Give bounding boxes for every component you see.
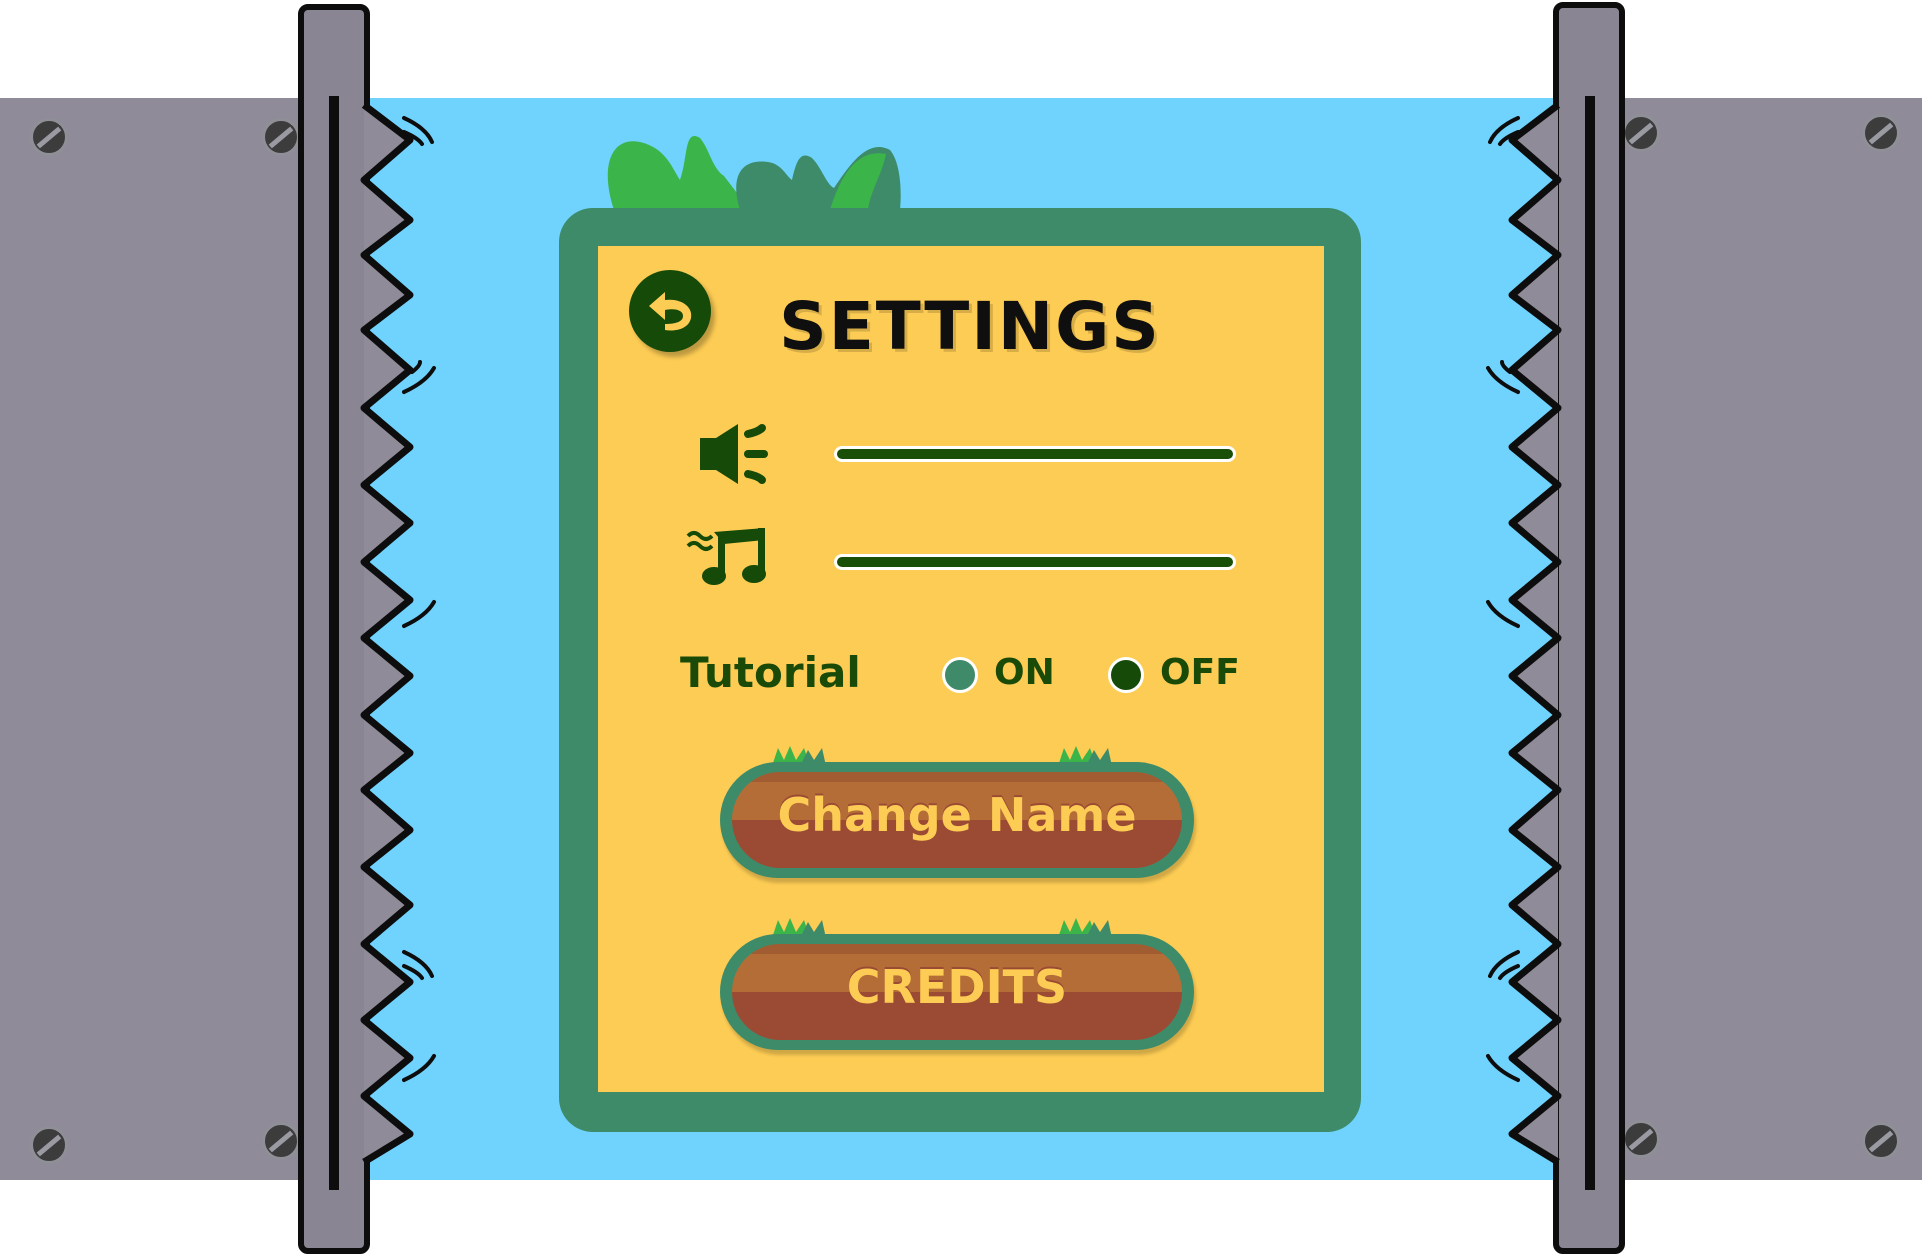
change-name-label: Change Name (777, 788, 1137, 842)
back-button[interactable] (629, 270, 711, 352)
change-name-button[interactable]: Change Name (720, 762, 1194, 878)
tutorial-label: Tutorial (680, 648, 861, 697)
credits-button[interactable]: CREDITS (720, 934, 1194, 1050)
screw-icon (30, 118, 68, 156)
tutorial-on-label[interactable]: ON (994, 652, 1055, 693)
screw-icon (1622, 1120, 1660, 1158)
left-wall-post (298, 4, 370, 1254)
screw-icon (262, 118, 300, 156)
tutorial-off-label[interactable]: OFF (1160, 652, 1240, 693)
page-title: SETTINGS (779, 288, 1161, 365)
screw-icon (1622, 114, 1660, 152)
screw-icon (262, 1122, 300, 1160)
music-volume-slider[interactable] (834, 554, 1236, 570)
speaker-icon (700, 424, 768, 484)
screw-icon (30, 1126, 68, 1164)
left-metal-panel (0, 98, 332, 1180)
tutorial-on-radio[interactable] (942, 657, 978, 693)
screw-icon (1862, 1122, 1900, 1160)
sound-volume-slider[interactable] (834, 446, 1236, 462)
back-arrow-icon (649, 292, 692, 331)
tutorial-off-radio[interactable] (1108, 657, 1144, 693)
right-wall-post (1553, 2, 1625, 1254)
right-metal-panel (1590, 98, 1922, 1180)
screw-icon (1862, 114, 1900, 152)
credits-label: CREDITS (846, 960, 1068, 1014)
music-note-icon (686, 528, 766, 585)
